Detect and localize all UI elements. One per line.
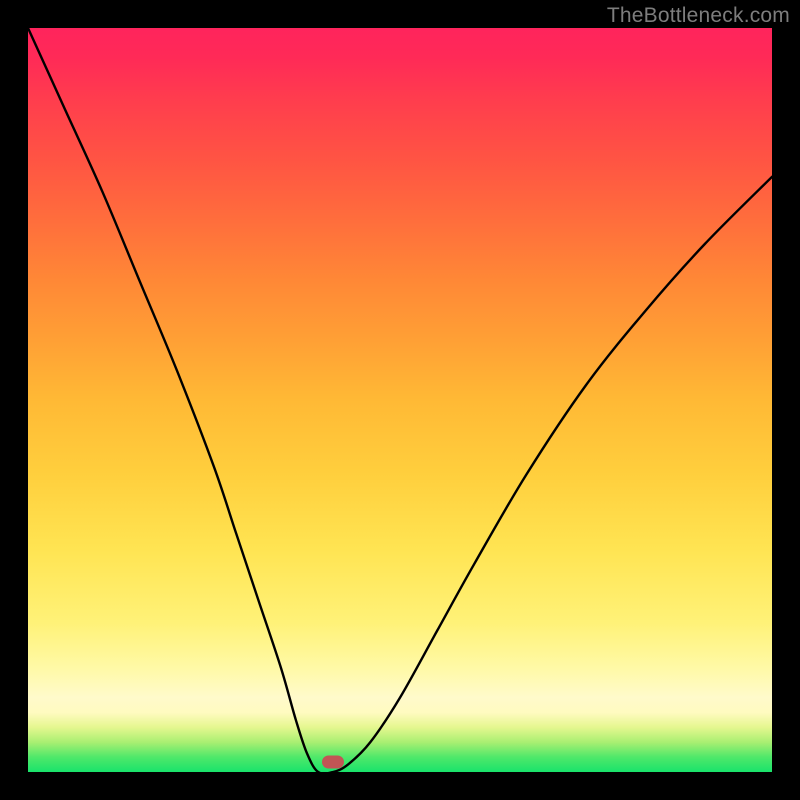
watermark-text: TheBottleneck.com (607, 4, 790, 28)
chart-frame: TheBottleneck.com (0, 0, 800, 800)
plot-area (28, 28, 772, 772)
curve-path (28, 28, 772, 772)
bottleneck-curve (28, 28, 772, 772)
optimum-marker (322, 756, 344, 769)
